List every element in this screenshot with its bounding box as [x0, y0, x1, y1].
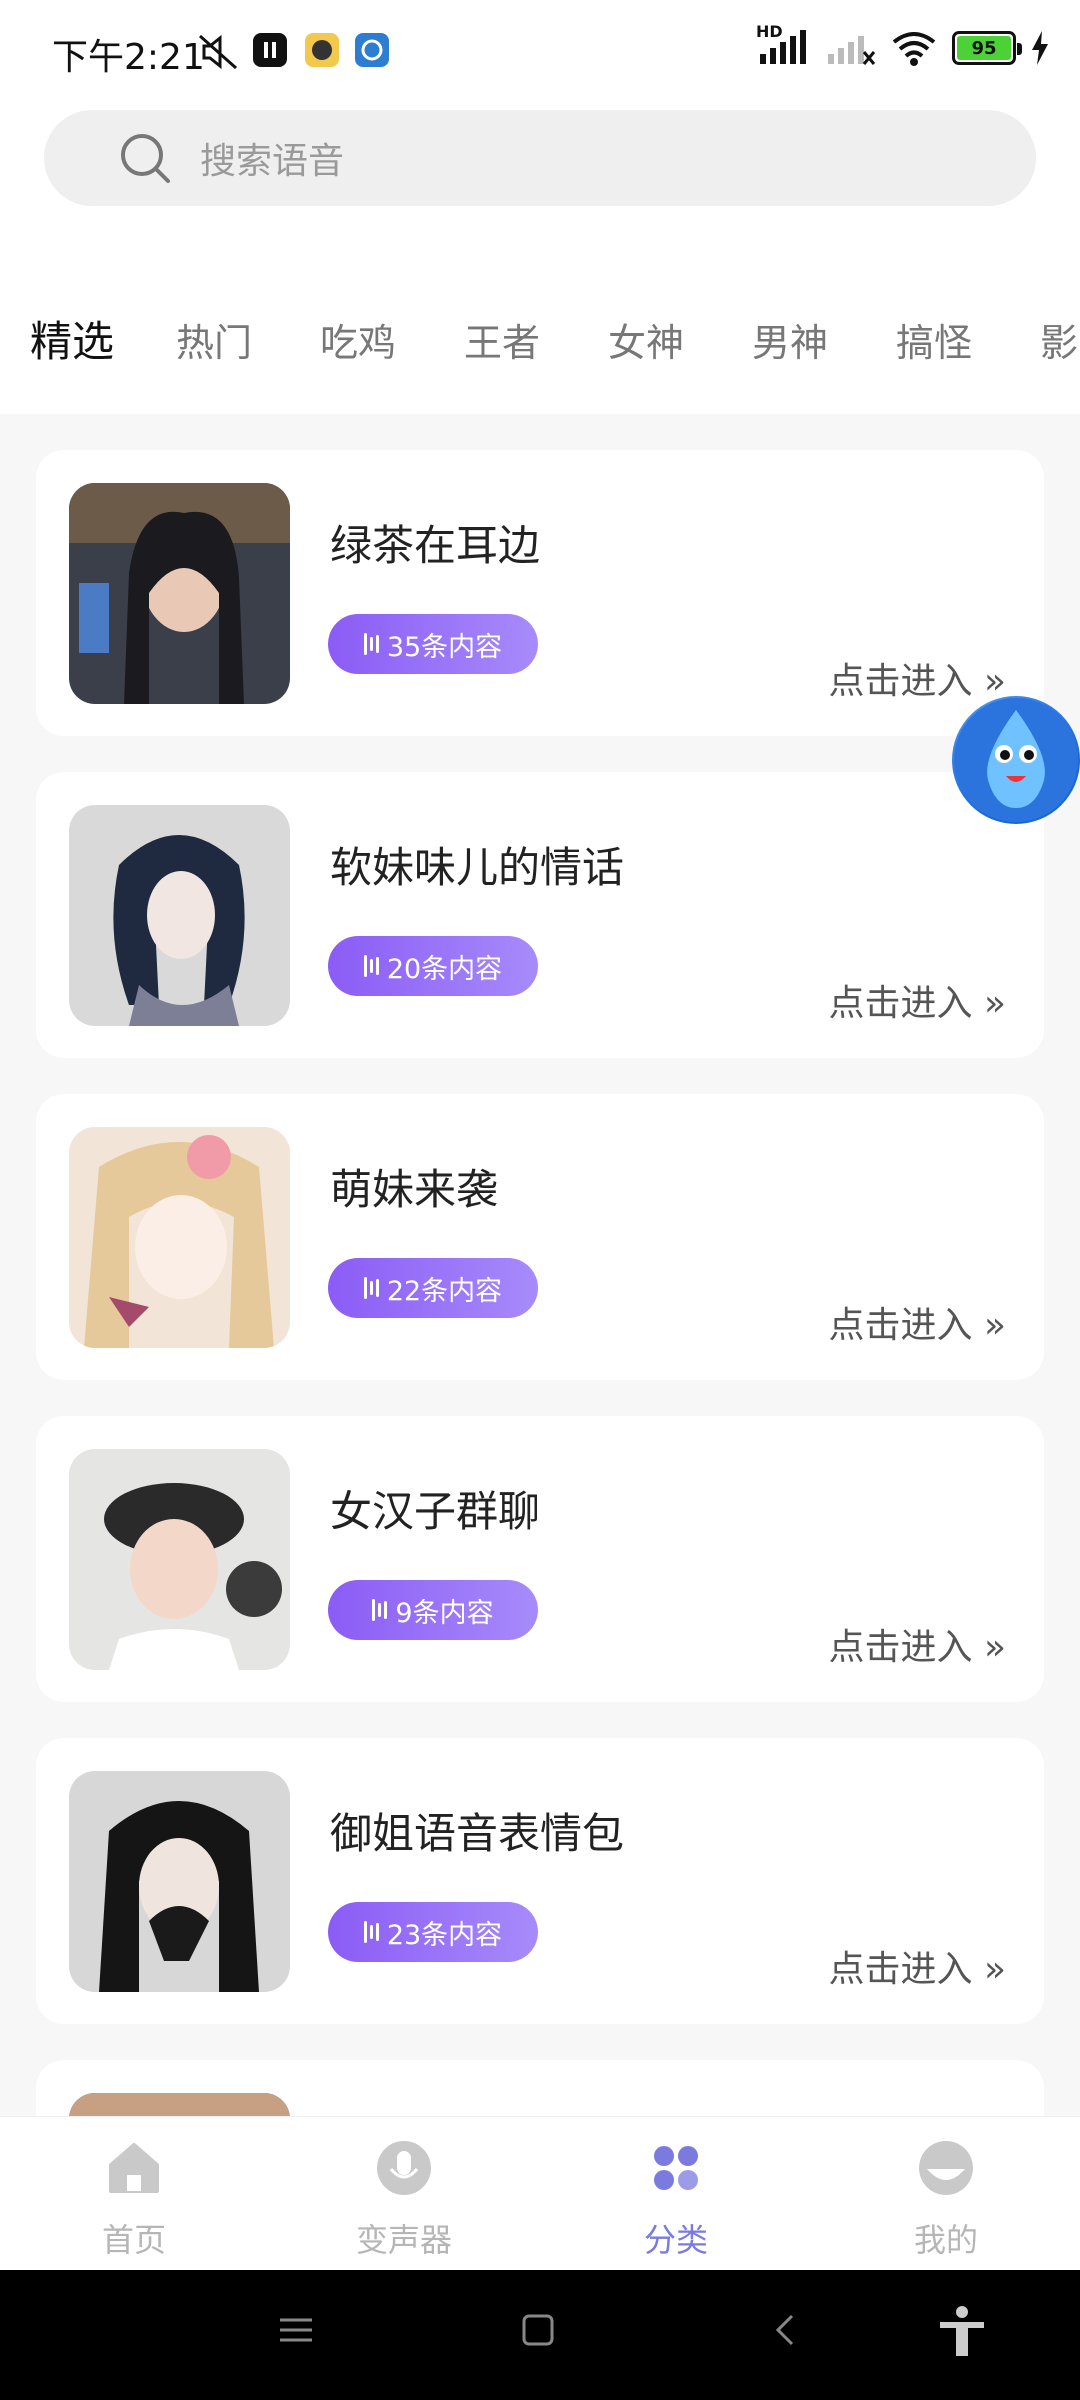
audio-bars-icon: [372, 1598, 388, 1622]
enter-label: 点击进入: [828, 1949, 973, 1990]
avatar: [69, 1449, 290, 1670]
signal-icon: HD: [756, 22, 812, 68]
avatar: [69, 805, 290, 1026]
count-label: 9条内容: [395, 1597, 494, 1629]
bottom-navigation: 首页 变声器 分类 我的: [0, 2116, 1080, 2270]
enter-link[interactable]: 点击进入 »: [829, 1618, 1007, 1670]
home-button-icon[interactable]: [518, 2310, 558, 2350]
search-input[interactable]: 搜索语音: [200, 132, 344, 184]
menu-icon[interactable]: [276, 2310, 316, 2350]
audio-bars-icon: [363, 954, 379, 978]
category-tabs: 精选 热门 吃鸡 王者 女神 男神 搞怪 影: [0, 300, 1080, 380]
voice-pack-list: 绿茶在耳边 35条内容 点击进入 » 软妹味儿的情话 20条内容 点击进入 »: [0, 414, 1080, 2116]
search-icon: [121, 134, 170, 183]
count-label: 35条内容: [386, 631, 503, 663]
status-bar: 下午2:21 HD 95: [0, 0, 1080, 100]
list-item[interactable]: 软妹味儿的情话 20条内容 点击进入 »: [36, 772, 1044, 1058]
search-bar[interactable]: 搜索语音: [44, 110, 1036, 206]
enter-link[interactable]: 点击进入 »: [829, 652, 1007, 704]
card-title: 女汉子群聊: [330, 1487, 541, 1536]
mute-icon: [199, 34, 237, 70]
floating-mascot-icon[interactable]: [952, 696, 1080, 824]
count-label: 20条内容: [386, 953, 503, 985]
card-title: 御姐语音表情包: [330, 1809, 625, 1858]
nav-voice-changer-label: 变声器: [355, 2221, 452, 2259]
count-badge: 23条内容: [328, 1902, 538, 1962]
home-icon: [109, 2143, 159, 2193]
accessibility-icon[interactable]: [936, 2304, 988, 2360]
double-chevron-right-icon: »: [983, 661, 1006, 702]
count-badge: 35条内容: [328, 614, 538, 674]
microphone-icon: [377, 2141, 431, 2195]
list-item[interactable]: 萌妹来袭 22条内容 点击进入 »: [36, 1094, 1044, 1380]
back-icon[interactable]: [766, 2310, 806, 2350]
count-badge: 9条内容: [328, 1580, 538, 1640]
enter-label: 点击进入: [828, 1627, 973, 1668]
tab-featured[interactable]: 精选: [30, 308, 114, 369]
double-chevron-right-icon: »: [983, 983, 1006, 1024]
nav-home[interactable]: 首页: [34, 2139, 234, 2261]
tab-god[interactable]: 男神: [752, 312, 828, 367]
list-item[interactable]: 绿茶在耳边 35条内容 点击进入 »: [36, 450, 1044, 736]
tab-hot[interactable]: 热门: [176, 312, 252, 367]
audio-bars-icon: [363, 632, 379, 656]
pause-app-icon: [253, 33, 287, 67]
audio-bars-icon: [363, 1920, 379, 1944]
nav-voice-changer[interactable]: 变声器: [304, 2139, 504, 2261]
card-title: 萌妹来袭: [330, 1165, 499, 1214]
battery-level: 95: [957, 36, 1011, 60]
card-title: 绿茶在耳边: [330, 521, 541, 570]
nav-category[interactable]: 分类: [576, 2139, 776, 2261]
enter-label: 点击进入: [828, 661, 973, 702]
wifi-icon: [892, 32, 936, 66]
list-item[interactable]: [36, 2060, 1044, 2116]
category-icon: [654, 2146, 698, 2190]
status-right: HD 95: [756, 22, 1050, 68]
avatar: [69, 483, 290, 704]
tab-pubg[interactable]: 吃鸡: [320, 312, 396, 367]
status-time: 下午2:21: [52, 37, 205, 78]
avatar: [69, 2093, 290, 2116]
app-notification-icon: [305, 33, 339, 67]
enter-label: 点击进入: [828, 983, 973, 1024]
system-navigation-bar: [0, 2270, 1080, 2400]
app-notification-icon-2: [355, 33, 389, 67]
avatar: [69, 1771, 290, 1992]
tab-funny[interactable]: 搞怪: [896, 312, 972, 367]
nav-profile[interactable]: 我的: [846, 2139, 1046, 2261]
audio-bars-icon: [363, 1276, 379, 1300]
enter-link[interactable]: 点击进入 »: [829, 1940, 1007, 1992]
double-chevron-right-icon: »: [983, 1949, 1006, 1990]
nav-home-label: 首页: [101, 2221, 166, 2259]
double-chevron-right-icon: »: [983, 1305, 1006, 1346]
nav-profile-label: 我的: [913, 2221, 978, 2259]
battery-icon: 95: [952, 31, 1022, 65]
list-item[interactable]: 女汉子群聊 9条内容 点击进入 »: [36, 1416, 1044, 1702]
charging-icon: [1032, 31, 1048, 65]
profile-icon: [919, 2141, 973, 2195]
count-badge: 20条内容: [328, 936, 538, 996]
enter-link[interactable]: 点击进入 »: [829, 974, 1007, 1026]
tab-honor-of-kings[interactable]: 王者: [464, 312, 540, 367]
avatar: [69, 1127, 290, 1348]
enter-label: 点击进入: [828, 1305, 973, 1346]
count-label: 22条内容: [386, 1275, 503, 1307]
tab-film[interactable]: 影: [1040, 312, 1078, 367]
enter-link[interactable]: 点击进入 »: [829, 1296, 1007, 1348]
count-label: 23条内容: [386, 1919, 503, 1951]
double-chevron-right-icon: »: [983, 1627, 1006, 1668]
signal-2-icon: [828, 36, 876, 65]
count-badge: 22条内容: [328, 1258, 538, 1318]
list-item[interactable]: 御姐语音表情包 23条内容 点击进入 »: [36, 1738, 1044, 2024]
card-title: 软妹味儿的情话: [330, 843, 625, 892]
nav-category-label: 分类: [643, 2221, 708, 2259]
tab-goddess[interactable]: 女神: [608, 312, 684, 367]
